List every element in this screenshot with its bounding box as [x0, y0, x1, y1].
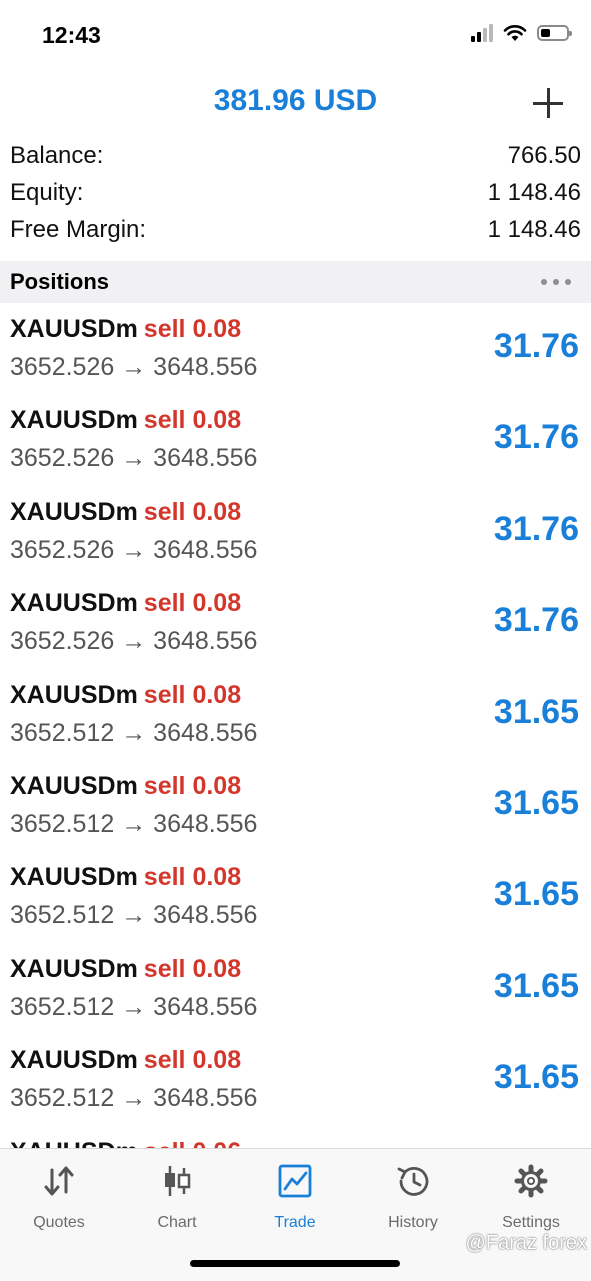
header: 381.96 USD [0, 80, 591, 128]
position-symbol: XAUUSDm [10, 954, 138, 983]
position-profit: 31.65 [493, 875, 579, 914]
more-options-icon[interactable] [541, 279, 571, 285]
watermark: @Faraz forex [465, 1232, 587, 1254]
position-profit: 31.76 [493, 418, 579, 457]
position-row[interactable]: XAUUSDm sell 0.08 3652.526 → 3648.556 31.… [0, 303, 591, 394]
position-symbol: XAUUSDm [10, 589, 138, 618]
summary-label: Equity: [10, 179, 84, 206]
add-order-button[interactable] [531, 86, 565, 120]
battery-level [541, 29, 550, 37]
tab-history[interactable]: History [354, 1163, 472, 1232]
position-type: sell 0.08 [143, 680, 242, 709]
summary-value: 766.50 [507, 142, 581, 169]
history-clock-icon [397, 1167, 429, 1196]
section-title: Positions [10, 269, 110, 294]
positions-list[interactable]: XAUUSDm sell 0.08 3652.526 → 3648.556 31.… [0, 303, 591, 1148]
position-prices: 3652.526 → 3648.556 [10, 535, 258, 564]
position-type: sell 0.08 [143, 497, 242, 526]
quotes-arrows-icon [44, 1166, 74, 1196]
position-symbol: XAUUSDm [10, 863, 138, 892]
tab-label: Chart [157, 1214, 197, 1231]
position-symbol: XAUUSDm [10, 497, 138, 526]
position-row[interactable]: XAUUSDm sell 0.08 3652.512 → 3648.556 31.… [0, 943, 591, 1034]
status-bar: 12:43 [0, 0, 591, 70]
tab-label: Settings [502, 1214, 560, 1231]
position-type: sell 0.08 [143, 771, 242, 800]
position-symbol: XAUUSDm [10, 1138, 138, 1148]
position-symbol: XAUUSDm [10, 680, 138, 709]
position-prices: 3652.512 → 3648.556 [10, 809, 258, 838]
status-icons [471, 24, 572, 42]
tab-quotes[interactable]: Quotes [0, 1163, 118, 1232]
account-summary: Balance: 766.50 Equity: 1 148.46 Free Ma… [0, 142, 591, 253]
position-type: sell 0.06 [144, 1138, 241, 1148]
tab-trade[interactable]: Trade [236, 1163, 354, 1232]
position-symbol: XAUUSDm [10, 406, 138, 435]
position-row[interactable]: XAUUSDm sell 0.08 3652.526 → 3648.556 31.… [0, 394, 591, 485]
wifi-icon [503, 25, 527, 41]
tab-label: Quotes [33, 1214, 85, 1231]
position-type: sell 0.08 [143, 1046, 242, 1075]
page-title: 381.96 USD [213, 84, 378, 117]
summary-value: 1 148.46 [487, 179, 581, 206]
position-prices: 3652.512 → 3648.556 [10, 901, 258, 930]
position-symbol: XAUUSDm [10, 1046, 138, 1075]
summary-value: 1 148.46 [487, 216, 581, 243]
position-prices: 3652.526 → 3648.556 [10, 627, 258, 656]
position-type: sell 0.08 [143, 315, 242, 343]
position-symbol: XAUUSDm [10, 771, 138, 800]
position-prices: 3652.512 → 3648.556 [10, 718, 258, 747]
position-row[interactable]: XAUUSDm sell 0.08 3652.512 → 3648.556 31.… [0, 669, 591, 760]
tab-chart[interactable]: Chart [118, 1163, 236, 1232]
position-prices: 3652.512 → 3648.556 [10, 1084, 258, 1113]
tab-label: Trade [274, 1214, 316, 1231]
position-profit: 31.76 [493, 509, 579, 548]
position-profit: 31.65 [493, 1058, 579, 1097]
position-row[interactable]: XAUUSDm sell 0.08 3652.512 → 3648.556 31.… [0, 851, 591, 942]
position-prices: 3652.526 → 3648.556 [10, 353, 258, 381]
summary-row-equity: Equity: 1 148.46 [0, 179, 591, 216]
position-profit: 31.76 [493, 601, 579, 640]
position-prices: 3652.526 → 3648.556 [10, 444, 258, 473]
cellular-signal-icon [471, 24, 493, 42]
battery-icon [537, 25, 572, 41]
tab-settings[interactable]: Settings [472, 1163, 590, 1232]
tab-label: History [388, 1214, 438, 1231]
position-row[interactable]: XAUUSDm sell 0.08 3652.512 → 3648.556 31.… [0, 1034, 591, 1125]
trade-chart-icon [278, 1164, 312, 1198]
position-type: sell 0.08 [143, 954, 242, 983]
gear-icon [514, 1164, 548, 1198]
position-profit: 31.65 [493, 692, 579, 731]
position-row[interactable]: XAUUSDm sell 0.08 3652.512 → 3648.556 31.… [0, 760, 591, 851]
position-profit: 31.65 [493, 966, 579, 1005]
position-symbol: XAUUSDm [10, 315, 138, 343]
summary-row-balance: Balance: 766.50 [0, 142, 591, 179]
position-row[interactable]: XAUUSDm sell 0.08 3652.526 → 3648.556 31.… [0, 577, 591, 668]
position-profit: 31.76 [493, 327, 579, 365]
status-time: 12:43 [42, 22, 101, 48]
position-row[interactable]: XAUUSDm sell 0.08 3652.526 → 3648.556 31.… [0, 486, 591, 577]
position-profit: 31.65 [493, 783, 579, 822]
position-type: sell 0.08 [143, 406, 242, 435]
candlestick-icon [165, 1166, 191, 1196]
position-type: sell 0.08 [143, 863, 242, 892]
summary-label: Balance: [10, 142, 104, 169]
position-type: sell 0.08 [143, 589, 242, 618]
position-row[interactable]: XAUUSDm sell 0.06 [0, 1126, 591, 1148]
positions-section-header: Positions [0, 261, 591, 303]
summary-row-free-margin: Free Margin: 1 148.46 [0, 216, 591, 253]
position-prices: 3652.512 → 3648.556 [10, 992, 258, 1021]
home-indicator [190, 1260, 400, 1267]
summary-label: Free Margin: [10, 216, 147, 243]
